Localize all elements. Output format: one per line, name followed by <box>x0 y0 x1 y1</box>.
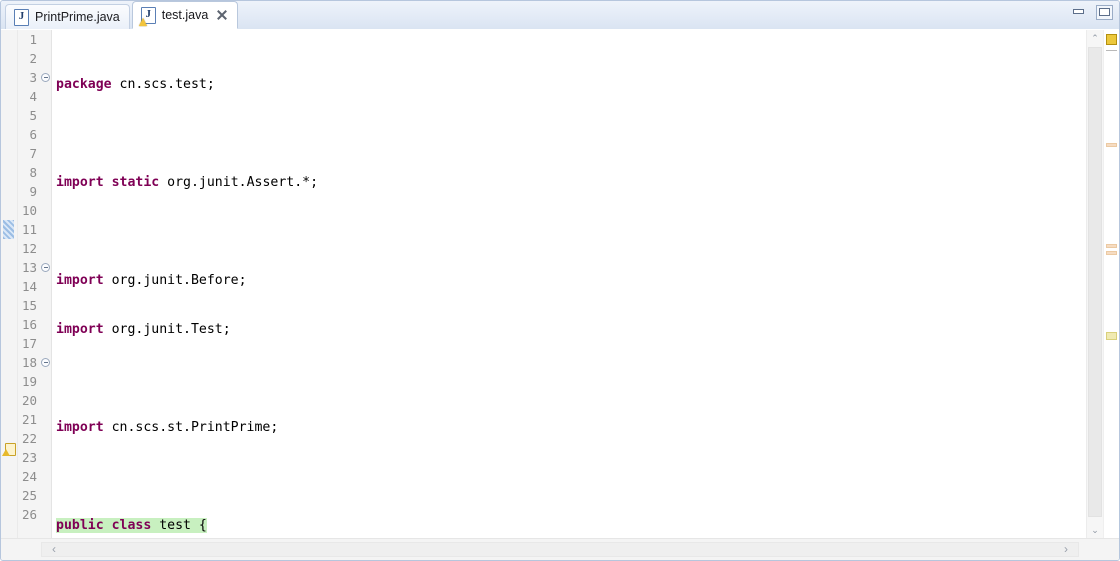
ruler-occurrence-marker[interactable] <box>1106 143 1117 147</box>
line-number: 10 <box>21 203 37 218</box>
folding-gutter[interactable] <box>40 30 52 538</box>
code-line: import static org.junit.Assert.*; <box>56 175 319 190</box>
scroll-down-icon[interactable]: ⌄ <box>1087 522 1103 538</box>
eclipse-editor-window: PrintPrime.java test.java 1 2 3 4 5 6 7 <box>0 0 1120 561</box>
code-editor: 1 2 3 4 5 6 7 8 9 10 11 12 13 14 15 16 1… <box>1 29 1119 538</box>
fold-collapse-icon[interactable] <box>41 263 50 272</box>
code-line: import org.junit.Test; <box>56 322 231 337</box>
fold-collapse-icon[interactable] <box>41 73 50 82</box>
scrollbar-corner <box>1103 539 1119 560</box>
line-number: 9 <box>29 184 37 199</box>
line-number: 23 <box>21 450 37 465</box>
code-line: public class test { <box>56 518 207 533</box>
horizontal-scroll-track[interactable] <box>41 542 1079 557</box>
vertical-scroll-thumb[interactable] <box>1088 47 1102 517</box>
line-number: 18 <box>21 355 37 370</box>
scroll-left-icon[interactable]: ‹ <box>39 539 69 560</box>
ruler-occurrence-marker[interactable] <box>1106 251 1117 255</box>
vertical-scrollbar[interactable]: ⌃ ⌄ <box>1086 30 1103 538</box>
editor-tab-bar: PrintPrime.java test.java <box>1 1 1119 29</box>
code-lines: package cn.scs.test; import static org.j… <box>52 30 1086 538</box>
line-number: 25 <box>21 488 37 503</box>
line-number: 20 <box>21 393 37 408</box>
line-number: 17 <box>21 336 37 351</box>
line-number: 1 <box>29 32 37 47</box>
java-file-icon <box>14 8 29 26</box>
line-number: 15 <box>21 298 37 313</box>
line-number: 6 <box>29 127 37 142</box>
java-file-warning-icon <box>140 6 156 24</box>
line-number: 21 <box>21 412 37 427</box>
tab-label: PrintPrime.java <box>35 9 120 24</box>
line-number: 16 <box>21 317 37 332</box>
fold-collapse-icon[interactable] <box>41 358 50 367</box>
ruler-warning-marker[interactable] <box>1106 332 1117 340</box>
close-icon[interactable] <box>216 9 228 21</box>
scroll-up-icon[interactable]: ⌃ <box>1087 30 1103 46</box>
line-number: 26 <box>21 507 37 522</box>
line-number: 11 <box>21 222 37 237</box>
ruler-warning-marker[interactable] <box>1106 34 1117 45</box>
tab-label: test.java <box>161 7 209 22</box>
code-line: package cn.scs.test; <box>56 77 215 92</box>
code-line: import org.junit.Before; <box>56 273 247 288</box>
line-number: 13 <box>21 260 37 275</box>
ruler-separator <box>1106 50 1117 51</box>
line-number: 14 <box>21 279 37 294</box>
code-line: import cn.scs.st.PrintPrime; <box>56 420 279 435</box>
line-number: 24 <box>21 469 37 484</box>
line-number: 4 <box>29 89 37 104</box>
scroll-right-icon[interactable]: › <box>1051 539 1081 560</box>
line-number: 19 <box>21 374 37 389</box>
tab-test-java[interactable]: test.java <box>131 1 239 29</box>
maximize-icon[interactable] <box>1096 5 1113 20</box>
line-number: 12 <box>21 241 37 256</box>
code-text-area[interactable]: package cn.scs.test; import static org.j… <box>52 30 1086 538</box>
annotation-gutter[interactable] <box>1 30 18 538</box>
line-number: 7 <box>29 146 37 161</box>
minimize-icon[interactable] <box>1072 5 1087 20</box>
line-number: 22 <box>21 431 37 446</box>
overview-ruler[interactable] <box>1103 30 1119 538</box>
warning-marker-icon[interactable] <box>2 442 16 456</box>
line-number-gutter: 1 2 3 4 5 6 7 8 9 10 11 12 13 14 15 16 1… <box>18 30 40 538</box>
ruler-occurrence-marker[interactable] <box>1106 244 1117 248</box>
changed-line-marker <box>3 220 14 239</box>
tab-printprime-java[interactable]: PrintPrime.java <box>5 4 130 29</box>
line-number: 3 <box>29 70 37 85</box>
line-number: 8 <box>29 165 37 180</box>
line-number: 5 <box>29 108 37 123</box>
line-number: 2 <box>29 51 37 66</box>
window-controls <box>1072 5 1113 20</box>
horizontal-scrollbar[interactable]: ‹ › <box>1 538 1119 560</box>
